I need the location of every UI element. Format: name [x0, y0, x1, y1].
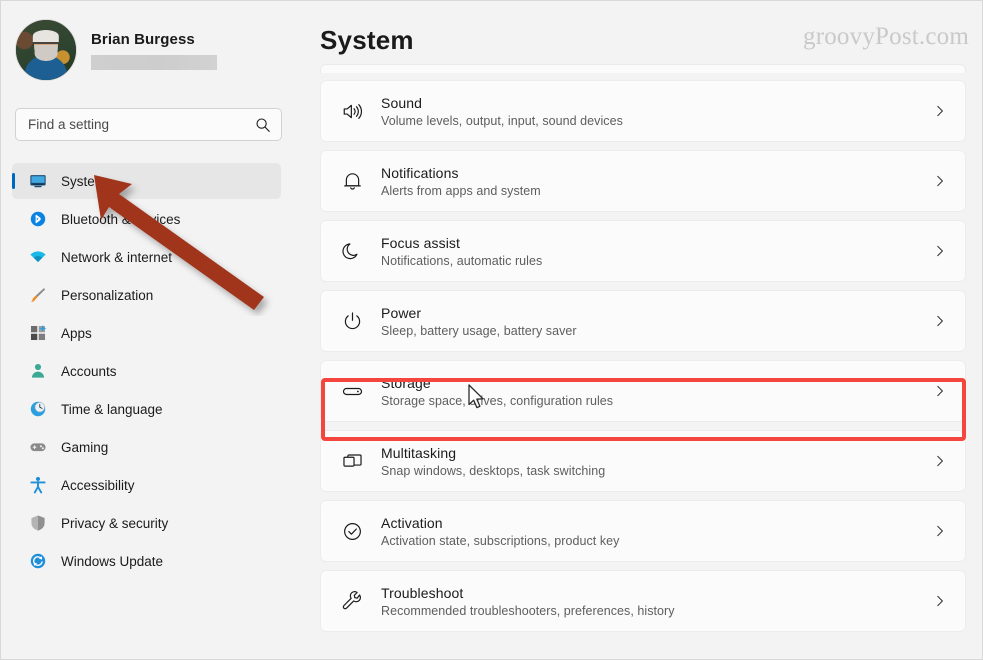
settings-row-storage[interactable]: Storage Storage space, drives, configurat…	[320, 360, 966, 422]
drive-icon	[339, 378, 365, 404]
row-title: Notifications	[381, 165, 541, 181]
sidebar-item-label: Bluetooth & devices	[61, 212, 180, 227]
check-circle-icon	[339, 518, 365, 544]
sidebar-item-apps[interactable]: Apps	[12, 315, 281, 351]
sidebar-item-gaming[interactable]: Gaming	[12, 429, 281, 465]
sidebar-item-privacy-security[interactable]: Privacy & security	[12, 505, 281, 541]
search-box[interactable]	[15, 108, 282, 141]
row-subtitle: Volume levels, output, input, sound devi…	[381, 114, 623, 128]
shield-icon	[29, 514, 47, 532]
clock-globe-icon	[29, 400, 47, 418]
row-subtitle: Notifications, automatic rules	[381, 254, 542, 268]
user-email-redacted	[91, 55, 217, 70]
row-subtitle: Activation state, subscriptions, product…	[381, 534, 619, 548]
settings-row-sound[interactable]: Sound Volume levels, output, input, sound…	[320, 80, 966, 142]
settings-row-troubleshoot[interactable]: Troubleshoot Recommended troubleshooters,…	[320, 570, 966, 632]
chevron-right-icon	[933, 314, 947, 328]
chevron-right-icon	[933, 104, 947, 118]
settings-row-multitasking[interactable]: Multitasking Snap windows, desktops, task…	[320, 430, 966, 492]
sidebar-item-label: Accessibility	[61, 478, 135, 493]
chevron-right-icon	[933, 454, 947, 468]
sidebar-item-system[interactable]: System	[12, 163, 281, 199]
sidebar-item-windows-update[interactable]: Windows Update	[12, 543, 281, 579]
sidebar-item-label: System	[61, 174, 106, 189]
bluetooth-icon	[29, 210, 47, 228]
update-refresh-icon	[29, 552, 47, 570]
row-subtitle: Snap windows, desktops, task switching	[381, 464, 605, 478]
watermark: groovyPost.com	[803, 23, 969, 51]
sidebar-item-accessibility[interactable]: Accessibility	[12, 467, 281, 503]
settings-window: Brian Burgess System Bluetooth & devices N…	[0, 0, 983, 660]
chevron-right-icon	[933, 524, 947, 538]
sidebar-item-accounts[interactable]: Accounts	[12, 353, 281, 389]
paintbrush-icon	[29, 286, 47, 304]
bell-icon	[339, 168, 365, 194]
sidebar-item-network-internet[interactable]: Network & internet	[12, 239, 281, 275]
user-name: Brian Burgess	[91, 31, 217, 48]
monitor-icon	[29, 172, 47, 190]
clipped-card-top	[320, 64, 966, 73]
sidebar-item-label: Personalization	[61, 288, 153, 303]
sidebar-item-label: Time & language	[61, 402, 163, 417]
page-title: System	[320, 25, 414, 56]
search-icon	[255, 117, 271, 133]
settings-list: Sound Volume levels, output, input, sound…	[320, 64, 966, 640]
person-icon	[29, 362, 47, 380]
row-subtitle: Storage space, drives, configuration rul…	[381, 394, 613, 408]
apps-grid-icon	[29, 324, 47, 342]
settings-row-focus-assist[interactable]: Focus assist Notifications, automatic rul…	[320, 220, 966, 282]
chevron-right-icon	[933, 174, 947, 188]
chevron-right-icon	[933, 594, 947, 608]
gamepad-icon	[29, 438, 47, 456]
wifi-icon	[29, 248, 47, 266]
sidebar-nav: System Bluetooth & devices Network & inter…	[1, 161, 301, 581]
accessibility-icon	[29, 476, 47, 494]
row-subtitle: Alerts from apps and system	[381, 184, 541, 198]
settings-row-notifications[interactable]: Notifications Alerts from apps and system	[320, 150, 966, 212]
row-title: Multitasking	[381, 445, 605, 461]
sidebar-item-label: Network & internet	[61, 250, 172, 265]
main-content: System groovyPost.com Sound Volume levels…	[301, 1, 983, 660]
sidebar-item-label: Windows Update	[61, 554, 163, 569]
sidebar: Brian Burgess System Bluetooth & devices N…	[1, 1, 301, 660]
power-icon	[339, 308, 365, 334]
row-title: Troubleshoot	[381, 585, 675, 601]
row-subtitle: Recommended troubleshooters, preferences…	[381, 604, 675, 618]
user-avatar[interactable]	[15, 19, 77, 81]
windows-stack-icon	[339, 448, 365, 474]
row-subtitle: Sleep, battery usage, battery saver	[381, 324, 577, 338]
row-title: Focus assist	[381, 235, 542, 251]
row-title: Sound	[381, 95, 623, 111]
sidebar-item-time-language[interactable]: Time & language	[12, 391, 281, 427]
sidebar-item-bluetooth-devices[interactable]: Bluetooth & devices	[12, 201, 281, 237]
sidebar-item-label: Privacy & security	[61, 516, 168, 531]
sidebar-item-label: Apps	[61, 326, 92, 341]
settings-row-power[interactable]: Power Sleep, battery usage, battery saver	[320, 290, 966, 352]
speaker-icon	[339, 98, 365, 124]
wrench-icon	[339, 588, 365, 614]
row-title: Activation	[381, 515, 619, 531]
settings-row-activation[interactable]: Activation Activation state, subscription…	[320, 500, 966, 562]
sidebar-item-label: Accounts	[61, 364, 117, 379]
row-title: Power	[381, 305, 577, 321]
moon-icon	[339, 238, 365, 264]
sidebar-item-label: Gaming	[61, 440, 108, 455]
user-profile[interactable]: Brian Burgess	[1, 1, 301, 81]
row-title: Storage	[381, 375, 613, 391]
search-input[interactable]	[28, 117, 255, 132]
chevron-right-icon	[933, 384, 947, 398]
sidebar-item-personalization[interactable]: Personalization	[12, 277, 281, 313]
chevron-right-icon	[933, 244, 947, 258]
